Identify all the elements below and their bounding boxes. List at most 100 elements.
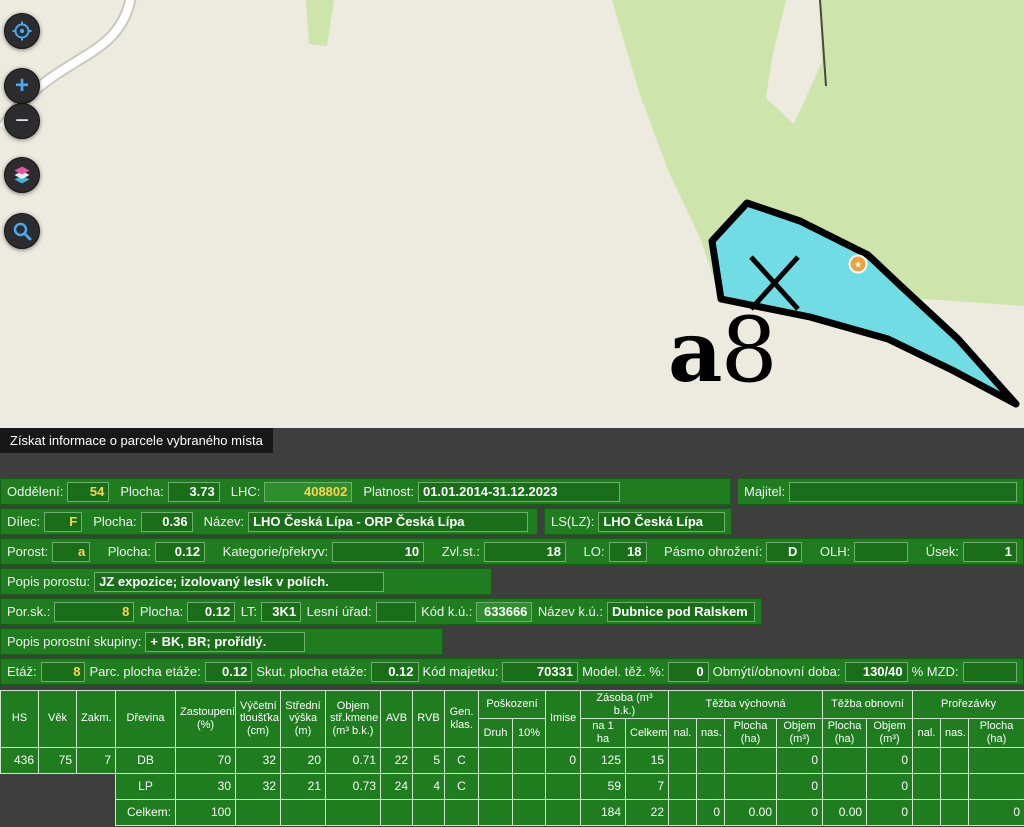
lslz-bar: LS(LZ): LHO Česká Lípa (544, 508, 732, 535)
cell: 0 (697, 799, 725, 825)
field-popis-skupiny: Popis porostní skupiny: + BK, BR; proříd… (7, 632, 305, 652)
cell: 0 (867, 773, 913, 799)
cell: 0 (777, 799, 823, 825)
field-label: Kategorie/překryv: (223, 544, 329, 559)
parcel-info-rows: Oddělení: 54 Plocha: 3.73 LHC: 408802 Pl… (0, 478, 1024, 826)
zoom-out-button[interactable]: − (4, 103, 40, 139)
search-button[interactable] (4, 213, 40, 249)
map-tool-hint[interactable]: Získat informace o parcele vybraného mís… (0, 428, 273, 453)
cell: 24 (381, 773, 413, 799)
map-base-layer: ★ (0, 0, 1024, 428)
cell (513, 799, 546, 825)
cell (669, 799, 697, 825)
field-lslz: LS(LZ): LHO Česká Lípa (551, 512, 725, 532)
layers-icon (12, 165, 32, 185)
header-objem-m3: Objem (m³) (777, 719, 823, 747)
cell: 70 (176, 747, 236, 773)
cell (697, 773, 725, 799)
field-label: Majitel: (744, 484, 785, 499)
locate-button[interactable] (4, 13, 40, 49)
header-10pct: 10% (513, 719, 546, 747)
parcel-number: 8 (720, 298, 777, 403)
cell (725, 773, 777, 799)
target-icon (12, 21, 32, 41)
cell: 7 (626, 773, 669, 799)
cell (913, 799, 941, 825)
field-label: Zvl.st.: (442, 544, 480, 559)
field-value: 0 (668, 662, 708, 682)
cell: C (445, 747, 479, 773)
header-poskozeni: Poškození (479, 691, 546, 719)
cell: Celkem: (116, 799, 176, 825)
field-value: 3.73 (168, 482, 220, 502)
zoom-in-button[interactable]: + (4, 68, 40, 104)
field-label: Plocha: (120, 484, 163, 499)
cell-empty (39, 799, 77, 825)
plus-icon: + (15, 74, 29, 98)
cell (513, 773, 546, 799)
cell (969, 773, 1024, 799)
header-nas: nas. (697, 719, 725, 747)
info-row-porsk: Por.sk.: 8 Plocha: 0.12 LT: 3K1 Lesní úř… (0, 598, 1024, 625)
field-label: % MZD: (912, 664, 959, 679)
field-label: Pásmo ohrožení: (664, 544, 762, 559)
header-zastoupeni: Zastoupení (%) (176, 691, 236, 748)
layers-button[interactable] (4, 157, 40, 193)
field-lo: LO: 18 (584, 542, 647, 562)
cell (669, 747, 697, 773)
header-tezba-obnovni: Těžba obnovní (823, 691, 913, 719)
cell (479, 773, 513, 799)
cell-empty (39, 773, 77, 799)
cell: 32 (236, 773, 281, 799)
field-label: Porost: (7, 544, 48, 559)
field-mzd: % MZD: (912, 662, 1017, 682)
field-value: 408802 (264, 482, 352, 502)
field-dilec: Dílec: F (7, 512, 82, 532)
popis-porostu-bar: Popis porostu: JZ expozice; izolovaný le… (0, 568, 492, 595)
field-lhc: LHC: 408802 (231, 482, 353, 502)
cell: 0 (777, 747, 823, 773)
field-label: Plocha: (93, 514, 136, 529)
field-value: 0.12 (187, 602, 235, 622)
parcel-map-label: a8 (668, 306, 778, 396)
field-value (376, 602, 416, 622)
cell (725, 747, 777, 773)
field-label: LO: (584, 544, 605, 559)
cell (513, 747, 546, 773)
cell: 0 (867, 799, 913, 825)
cell (281, 799, 326, 825)
field-olh: OLH: (820, 542, 908, 562)
cell: 0 (867, 747, 913, 773)
field-value: 0.12 (205, 662, 253, 682)
etaz-bar: Etáž: 8 Parc. plocha etáže: 0.12 Skut. p… (0, 658, 1024, 685)
field-value: Dubnice pod Ralskem (607, 602, 755, 622)
info-row-dilec: Dílec: F Plocha: 0.36 Název: LHO Česká L… (0, 508, 1024, 535)
header-stredni-vyska: Střední výška (m) (281, 691, 326, 748)
dilec-bar: Dílec: F Plocha: 0.36 Název: LHO Česká L… (0, 508, 538, 535)
field-popis-porostu: Popis porostu: JZ expozice; izolovaný le… (7, 572, 384, 592)
info-row-etaz: Etáž: 8 Parc. plocha etáže: 0.12 Skut. p… (0, 658, 1024, 685)
popis-skupiny-bar: Popis porostní skupiny: + BK, BR; proříd… (0, 628, 443, 655)
field-kategorie: Kategorie/překryv: 10 (223, 542, 425, 562)
cell (546, 773, 581, 799)
field-usek: Úsek: 1 (926, 542, 1017, 562)
cell (669, 773, 697, 799)
info-panel: Získat informace o parcele vybraného mís… (0, 428, 1024, 827)
field-value: LHO Česká Lípa - ORP Česká Lípa (248, 512, 528, 532)
field-lt: LT: 3K1 (241, 602, 301, 622)
map-canvas[interactable]: ★ a8 + − (0, 0, 1024, 428)
field-plocha: Plocha: 0.12 (108, 542, 205, 562)
header-zakm: Zakm. (77, 691, 116, 748)
field-value: F (44, 512, 82, 532)
field-value (963, 662, 1017, 682)
cell: 0 (969, 799, 1024, 825)
cell: 21 (281, 773, 326, 799)
field-oddeleni: Oddělení: 54 (7, 482, 109, 502)
info-row-popis-porostu: Popis porostu: JZ expozice; izolovaný le… (0, 568, 1024, 595)
cell (823, 773, 867, 799)
field-label: Plocha: (108, 544, 151, 559)
cell-empty (1, 773, 39, 799)
field-label: Plocha: (140, 604, 183, 619)
cell: 0.00 (725, 799, 777, 825)
field-porost: Porost: a (7, 542, 90, 562)
